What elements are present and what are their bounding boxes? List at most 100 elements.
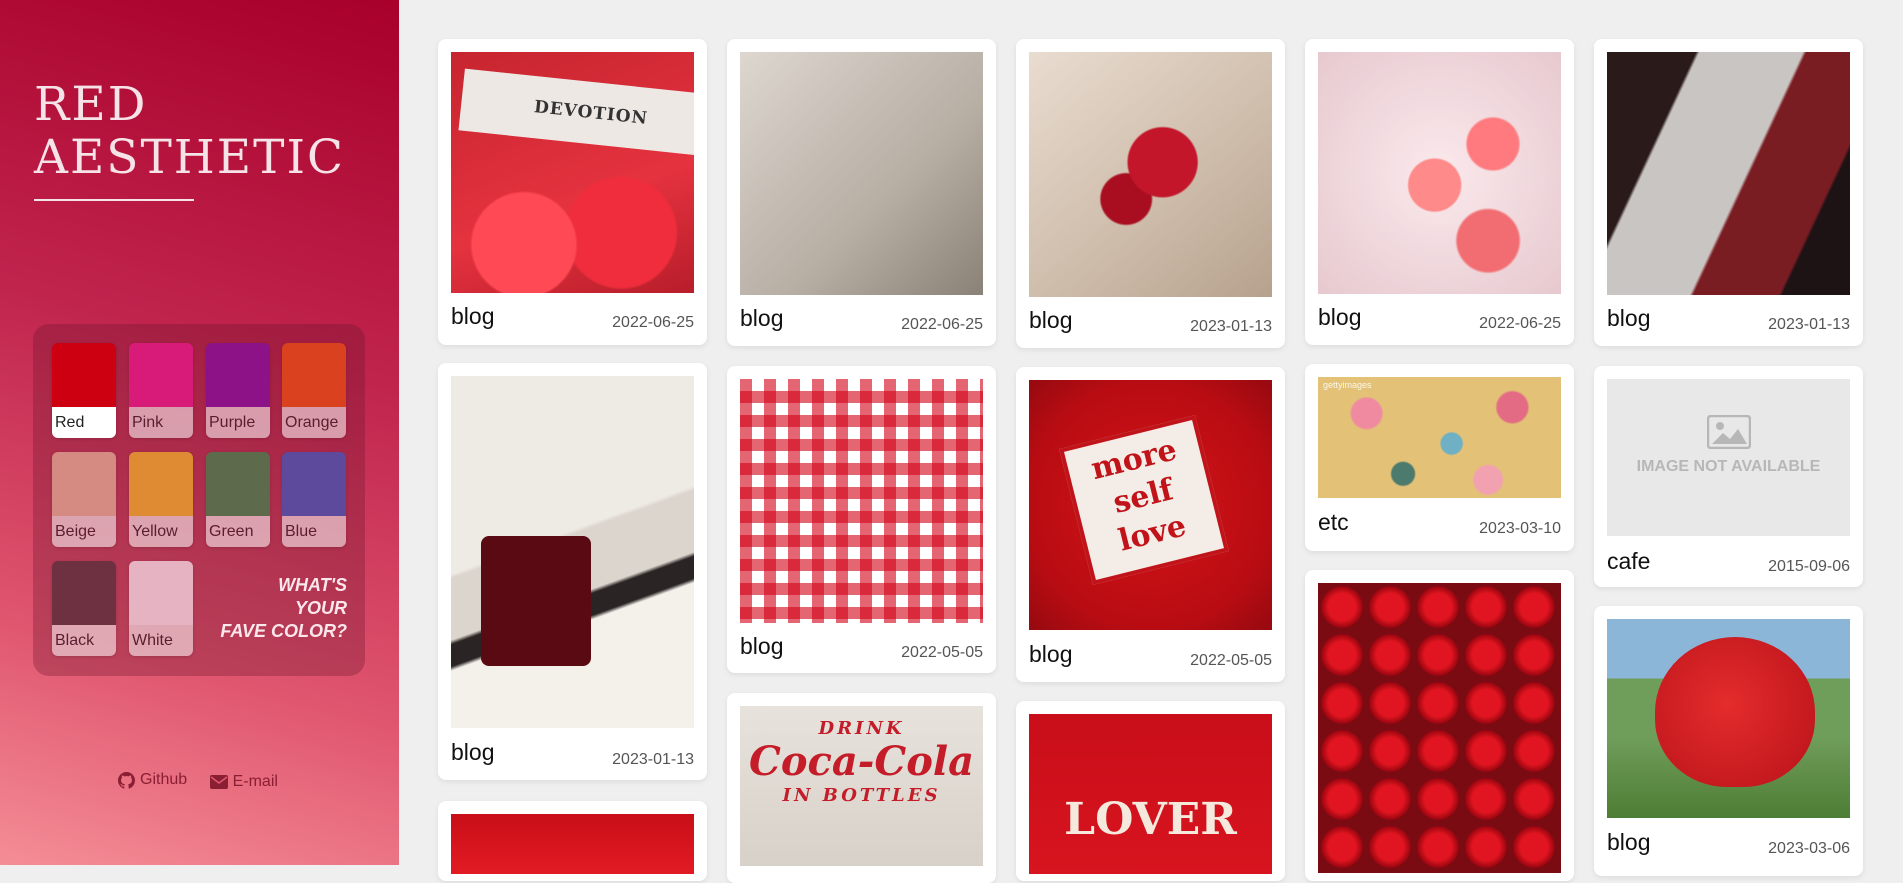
swatch-red[interactable]: Red xyxy=(52,343,116,438)
post-image: more self love xyxy=(1029,380,1272,630)
post-card[interactable]: blog 2023-01-13 xyxy=(438,363,707,780)
post-image xyxy=(740,379,983,623)
site-title[interactable]: RED AESTHETIC xyxy=(34,78,345,184)
swatch-red-label: Red xyxy=(52,407,116,438)
fave-prompt-line1: WHAT'S xyxy=(278,575,347,595)
post-card[interactable]: blog 2023-01-13 xyxy=(1016,39,1285,348)
swatch-red-chip xyxy=(52,343,116,407)
post-image xyxy=(1607,619,1850,818)
post-date: 2023-01-13 xyxy=(612,751,694,768)
post-image xyxy=(451,376,694,728)
email-link-label: E-mail xyxy=(232,772,278,790)
swatch-green-chip xyxy=(206,452,270,516)
post-card[interactable]: gettyimages etc 2023-03-10 xyxy=(1305,364,1574,551)
swatch-blue[interactable]: Blue xyxy=(282,452,346,547)
post-date: 2022-05-05 xyxy=(1190,652,1272,669)
swatch-green-label: Green xyxy=(206,516,270,547)
post-category: blog xyxy=(1607,829,1651,855)
post-card[interactable]: DEVOTION blog 2022-06-25 xyxy=(438,39,707,345)
swatch-white-chip xyxy=(129,561,193,625)
github-icon xyxy=(118,771,135,789)
swatch-white[interactable]: White xyxy=(129,561,193,656)
swatch-black-label: Black xyxy=(52,625,116,656)
swatch-purple-chip xyxy=(206,343,270,407)
coca-cola-drink: DRINK xyxy=(818,718,905,739)
post-date: 2022-05-05 xyxy=(901,644,983,661)
post-category: etc xyxy=(1318,509,1349,535)
post-category: blog xyxy=(451,739,495,765)
post-card[interactable]: blog 2023-03-06 xyxy=(1594,606,1863,876)
post-image: DEVOTION xyxy=(451,52,694,293)
post-date: 2022-06-25 xyxy=(1479,315,1561,332)
post-image xyxy=(740,52,983,295)
swatch-white-label: White xyxy=(129,625,193,656)
post-image: IMAGE NOT AVAILABLE xyxy=(1607,379,1850,536)
swatch-yellow[interactable]: Yellow xyxy=(129,452,193,547)
email-link[interactable]: E-mail xyxy=(209,772,278,791)
image-icon xyxy=(1706,415,1751,449)
post-category: cafe xyxy=(1607,548,1651,574)
post-date: 2023-03-06 xyxy=(1768,840,1850,857)
post-card[interactable]: DRINK Coca-Cola IN BOTTLES xyxy=(727,693,996,883)
coca-cola-logo: Coca-Cola xyxy=(748,738,975,785)
post-category: blog xyxy=(451,303,495,329)
swatch-beige-label: Beige xyxy=(52,516,116,547)
swatch-pink[interactable]: Pink xyxy=(129,343,193,438)
image-unavailable: IMAGE NOT AVAILABLE xyxy=(1607,415,1850,476)
swatch-pink-label: Pink xyxy=(129,407,193,438)
post-card[interactable]: IMAGE NOT AVAILABLE cafe 2015-09-06 xyxy=(1594,366,1863,587)
coca-cola-bottles: IN BOTTLES xyxy=(782,785,941,806)
github-link[interactable]: Github xyxy=(118,771,187,789)
fave-color-prompt: WHAT'S YOUR FAVE COLOR? xyxy=(205,574,347,643)
post-image xyxy=(1607,52,1850,295)
footer-links: Github E-mail xyxy=(118,771,296,794)
swatch-yellow-label: Yellow xyxy=(129,516,193,547)
post-date: 2022-06-25 xyxy=(901,316,983,333)
swatch-beige-chip xyxy=(52,452,116,516)
post-date: 2023-01-13 xyxy=(1190,318,1272,335)
swatch-blue-chip xyxy=(282,452,346,516)
post-category: blog xyxy=(1029,307,1073,333)
swatch-blue-label: Blue xyxy=(282,516,346,547)
post-card[interactable]: blog 2022-05-05 xyxy=(727,366,996,673)
perfume-bottle xyxy=(481,536,591,666)
post-card[interactable]: more self love blog 2022-05-05 xyxy=(1016,367,1285,682)
post-card[interactable] xyxy=(1305,570,1574,881)
post-card[interactable]: blog 2022-06-25 xyxy=(727,39,996,346)
swatch-orange-chip xyxy=(282,343,346,407)
post-date: 2023-03-10 xyxy=(1479,520,1561,537)
post-card[interactable] xyxy=(438,801,707,881)
swatch-orange-label: Orange xyxy=(282,407,346,438)
site-title-line2: AESTHETIC xyxy=(34,130,345,185)
post-date: 2015-09-06 xyxy=(1768,558,1850,575)
github-link-label: Github xyxy=(140,771,188,788)
strawberry-house xyxy=(1655,637,1815,787)
swatch-pink-chip xyxy=(129,343,193,407)
post-category: blog xyxy=(740,633,784,659)
swatch-beige[interactable]: Beige xyxy=(52,452,116,547)
sidebar: RED AESTHETIC Red Pink Purple Orange Bei… xyxy=(0,0,399,865)
fave-prompt-line2: YOUR xyxy=(294,598,347,618)
swatch-yellow-chip xyxy=(129,452,193,516)
swatch-black[interactable]: Black xyxy=(52,561,116,656)
image-unavailable-text: IMAGE NOT AVAILABLE xyxy=(1636,458,1821,475)
post-image xyxy=(1318,583,1561,873)
post-image xyxy=(1318,52,1561,294)
post-date: 2022-06-25 xyxy=(612,314,694,331)
swatch-orange[interactable]: Orange xyxy=(282,343,346,438)
post-category: blog xyxy=(1318,304,1362,330)
post-image xyxy=(451,814,694,874)
swatch-purple[interactable]: Purple xyxy=(206,343,270,438)
post-card[interactable]: blog 2023-01-13 xyxy=(1594,39,1863,346)
post-card[interactable]: blog 2022-06-25 xyxy=(1305,39,1574,345)
site-title-line1: RED xyxy=(34,77,148,132)
envelope-icon xyxy=(209,774,228,789)
lover-text: LOVER xyxy=(1064,794,1237,845)
fave-prompt-line3: FAVE COLOR? xyxy=(220,621,347,641)
post-category: blog xyxy=(740,305,784,331)
post-card[interactable]: LOVER xyxy=(1016,701,1285,881)
post-image xyxy=(1029,52,1272,297)
swatch-purple-label: Purple xyxy=(206,407,270,438)
swatch-green[interactable]: Green xyxy=(206,452,270,547)
swatch-black-chip xyxy=(52,561,116,625)
